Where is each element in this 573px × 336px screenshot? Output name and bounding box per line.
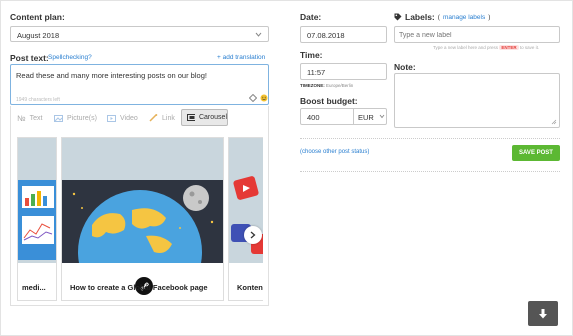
youtube-illustration	[229, 176, 263, 263]
tab-video[interactable]: Video	[107, 108, 138, 128]
labels-input[interactable]	[394, 26, 560, 43]
date-label: Date:	[300, 12, 322, 22]
card-image	[18, 138, 56, 263]
manage-labels-link[interactable]: manage labels	[443, 14, 485, 21]
tab-link-label: Link	[162, 114, 175, 122]
time-input[interactable]: 11:57	[300, 63, 387, 80]
divider	[300, 138, 560, 139]
tab-link[interactable]: Link	[149, 108, 175, 128]
chars-left: 1949 characters left	[16, 97, 60, 103]
boost-budget-value[interactable]: 400	[307, 113, 320, 122]
tab-carousel-label: Carousel	[198, 114, 227, 121]
carousel-card[interactable]: How to create a Global Facebook page	[61, 137, 224, 301]
boost-budget-group: 400 EUR	[300, 108, 387, 125]
chevron-right-icon	[250, 231, 256, 239]
labels-hint-text-2: to save it.	[519, 45, 540, 50]
carousel-card[interactable]: Konten	[228, 137, 263, 301]
currency-value: EUR	[358, 112, 374, 122]
video-icon	[107, 114, 116, 122]
labels-header: Labels: (manage labels)	[394, 12, 490, 22]
carousel-icon	[187, 114, 195, 121]
tab-carousel[interactable]: Carousel	[181, 109, 228, 126]
post-text-value: Read these and many more interesting pos…	[16, 71, 207, 80]
analytics-illustration	[18, 180, 56, 260]
tab-pictures[interactable]: Picture(s)	[54, 108, 97, 128]
diamond-icon[interactable]	[249, 94, 257, 102]
tab-video-label: Video	[120, 114, 138, 122]
carousel-next-button[interactable]	[244, 226, 262, 244]
timezone-row: TIMEZONE: Europe/Berlin	[300, 83, 353, 88]
timezone-value: Europe/Berlin	[326, 83, 354, 88]
boost-budget-label: Boost budget:	[300, 96, 358, 106]
tag-icon	[394, 13, 402, 21]
tab-pictures-label: Picture(s)	[67, 114, 97, 122]
text-icon: №	[17, 113, 26, 123]
post-text-label: Post text:	[10, 53, 49, 63]
card-title: How to create a Global Facebook page	[70, 283, 208, 292]
labels-input-field[interactable]	[399, 30, 557, 40]
date-value: 07.08.2018	[307, 31, 345, 40]
labels-hint-text: Type a new label here and press	[433, 45, 499, 50]
carousel-card[interactable]: medi...	[17, 137, 57, 301]
card-title: Konten	[237, 283, 263, 292]
content-plan-label: Content plan:	[10, 12, 65, 22]
choose-status-row: (choose other post status)	[300, 149, 370, 155]
time-label: Time:	[300, 50, 323, 60]
choose-status-link[interactable]: choose other post status	[302, 149, 367, 155]
date-input[interactable]: 07.08.2018	[300, 26, 387, 43]
chevron-down-icon	[379, 114, 385, 119]
post-text-area[interactable]: Read these and many more interesting pos…	[10, 64, 269, 105]
globe-illustration	[72, 185, 214, 263]
tab-text-label: Text	[29, 114, 43, 122]
add-translation-link[interactable]: + add translation	[217, 54, 265, 61]
emoji-icon[interactable]	[260, 94, 268, 102]
chevron-down-icon	[255, 32, 262, 37]
resize-handle-icon[interactable]	[551, 119, 557, 125]
scroll-down-button[interactable]	[528, 301, 558, 326]
labels-hint: Type a new label here and press ENTER to…	[433, 45, 539, 50]
spellcheck-link[interactable]: Spellchecking?	[48, 54, 92, 61]
divider	[300, 171, 560, 172]
timezone-label: TIMEZONE:	[300, 83, 325, 88]
arrow-down-icon	[539, 308, 547, 318]
link-icon	[149, 114, 158, 122]
labels-label: Labels:	[405, 12, 435, 22]
content-plan-select[interactable]: August 2018	[10, 26, 269, 42]
save-post-button[interactable]: SAVE POST	[512, 145, 560, 161]
note-textarea[interactable]	[394, 73, 560, 128]
picture-icon	[54, 114, 63, 122]
time-value: 11:57	[307, 68, 326, 77]
carousel: medi... How to create a Global Facebook	[17, 137, 263, 305]
enter-key-badge: ENTER	[499, 45, 519, 50]
card-image	[229, 138, 263, 263]
card-title: medi...	[22, 283, 46, 292]
note-label: Note:	[394, 62, 416, 72]
currency-select[interactable]: EUR	[353, 109, 387, 124]
content-plan-value: August 2018	[17, 31, 60, 40]
card-image	[62, 138, 223, 263]
tab-text[interactable]: № Text	[17, 108, 42, 128]
